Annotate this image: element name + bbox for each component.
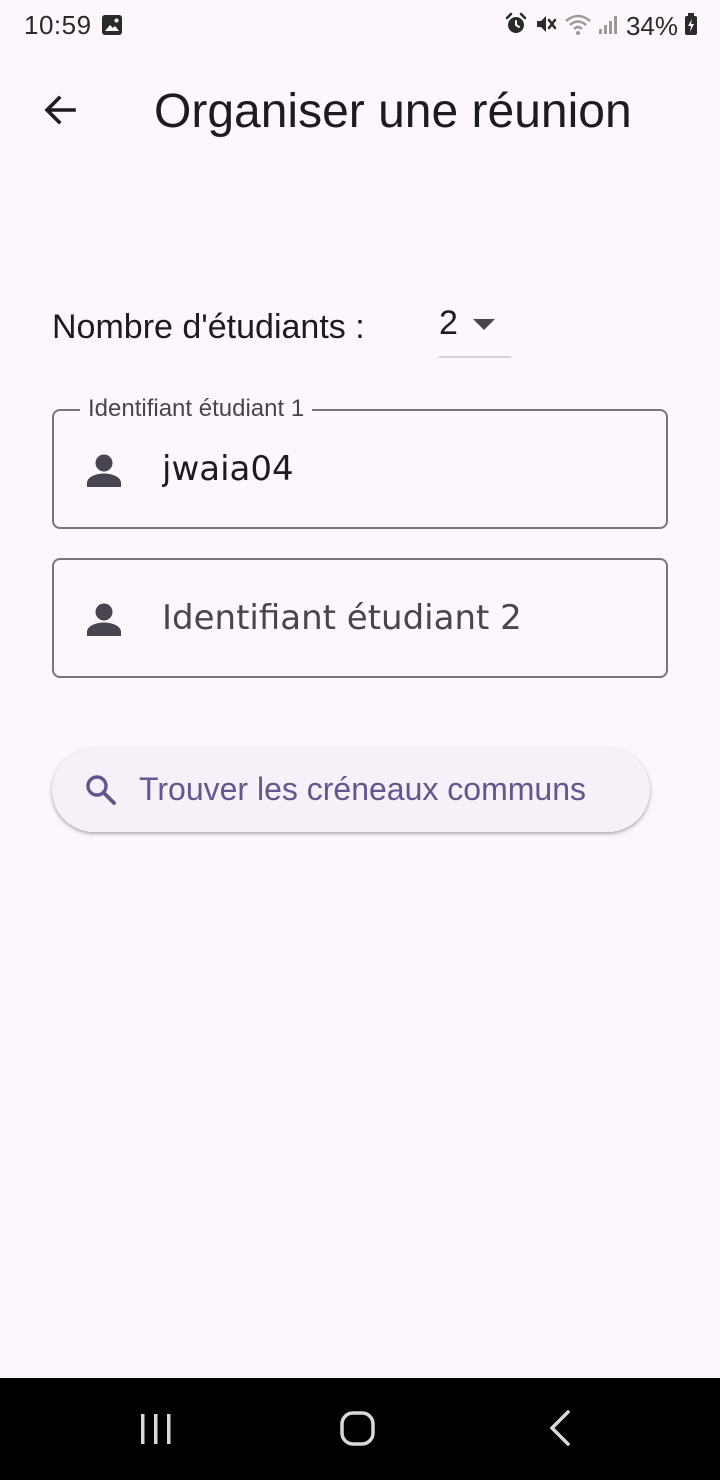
student-count-row: Nombre d'étudiants : 2 [52, 296, 511, 358]
student-id-input-1[interactable] [162, 411, 652, 527]
search-icon [84, 773, 118, 807]
student-id-field-2[interactable] [52, 558, 668, 678]
screen: 10:59 34% Organiser une réunion Nombre d… [0, 0, 720, 1480]
back-button[interactable] [30, 82, 90, 142]
page-title: Organiser une réunion [154, 85, 632, 138]
signal-icon [598, 12, 620, 41]
app-bar: Organiser une réunion [0, 60, 720, 164]
find-common-slots-label: Trouver les créneaux communs [139, 771, 586, 807]
person-icon [84, 600, 124, 640]
battery-icon [684, 12, 698, 41]
student-count-label: Nombre d'étudiants : [52, 307, 365, 346]
status-time: 10:59 [24, 10, 92, 40]
student-count-dropdown[interactable]: 2 [439, 296, 511, 358]
student-id-input-2[interactable] [162, 560, 652, 676]
arrow-back-icon [40, 90, 80, 135]
mute-icon [534, 12, 558, 41]
battery-percent: 34% [625, 10, 678, 41]
recents-icon[interactable] [126, 1408, 186, 1450]
home-icon[interactable] [330, 1406, 386, 1452]
wifi-icon [564, 12, 592, 41]
back-nav-icon[interactable] [536, 1406, 584, 1452]
person-icon [84, 451, 124, 491]
gallery-icon [101, 14, 123, 36]
student-count-value: 2 [439, 304, 458, 342]
student-id-field-1[interactable]: Identifiant étudiant 1 [52, 395, 668, 529]
find-common-slots-button[interactable]: Trouver les créneaux communs [52, 748, 650, 832]
alarm-icon [504, 12, 528, 41]
system-nav-bar [0, 1378, 720, 1480]
status-bar: 10:59 34% [0, 0, 720, 52]
status-icons: 34% [504, 10, 698, 42]
dropdown-caret-icon [473, 318, 495, 336]
